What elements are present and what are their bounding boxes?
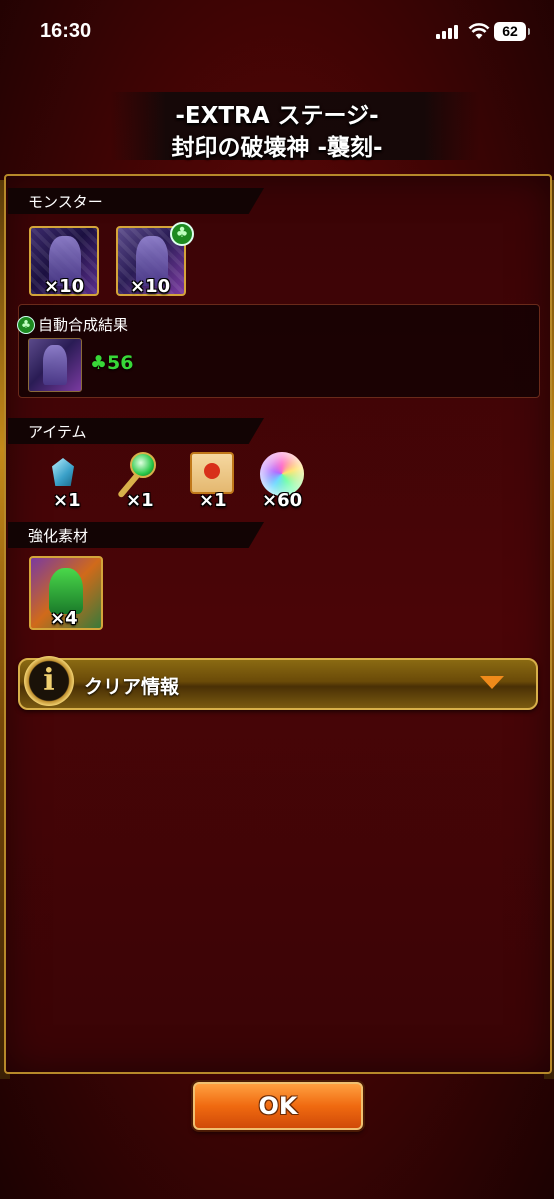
items-section-label: アイテム <box>28 423 87 441</box>
item-count: ×60 <box>262 490 303 511</box>
monster-card-2-count: ×10 <box>130 276 171 297</box>
status-time: 16:30 <box>40 20 92 42</box>
clear-info-label: クリア情報 <box>84 676 180 698</box>
status-bar: 16:30 62 <box>0 0 554 62</box>
battery-icon: 62 <box>494 22 530 41</box>
clover-icon: ♣ <box>17 316 35 334</box>
item-count: ×1 <box>126 490 154 511</box>
monster-card-1-count: ×10 <box>44 276 85 297</box>
item-count: ×1 <box>199 490 227 511</box>
fusion-monster-card[interactable] <box>28 338 82 392</box>
scroll-icon[interactable] <box>190 452 234 494</box>
wifi-icon <box>468 23 490 39</box>
monster-section-header: モンスター <box>8 188 264 214</box>
signal-icon <box>436 25 460 39</box>
item-count: ×1 <box>53 490 81 511</box>
items-section-header: アイテム <box>8 418 264 444</box>
auto-fusion-label: 自動合成結果 <box>38 316 129 334</box>
clover-icon: ♣ <box>90 352 108 374</box>
stage-name-title: 封印の破壊神 -襲刻- <box>171 135 383 161</box>
info-icon: i <box>24 656 74 706</box>
materials-section-label: 強化素材 <box>28 527 89 545</box>
ok-button[interactable]: OK <box>193 1082 363 1130</box>
staff-orb-icon <box>130 452 156 478</box>
monster-portrait <box>43 345 67 385</box>
monster-section-label: モンスター <box>28 193 103 211</box>
chevron-down-icon[interactable] <box>480 676 504 689</box>
material-count: ×4 <box>50 608 78 629</box>
fusion-plus-number: 56 <box>107 352 134 374</box>
stage-type-title: -EXTRA ステージ- <box>175 103 379 129</box>
clover-badge-icon: ♣ <box>170 222 194 246</box>
materials-section-header: 強化素材 <box>8 522 264 548</box>
fusion-plus-value: ♣56 <box>90 352 134 374</box>
